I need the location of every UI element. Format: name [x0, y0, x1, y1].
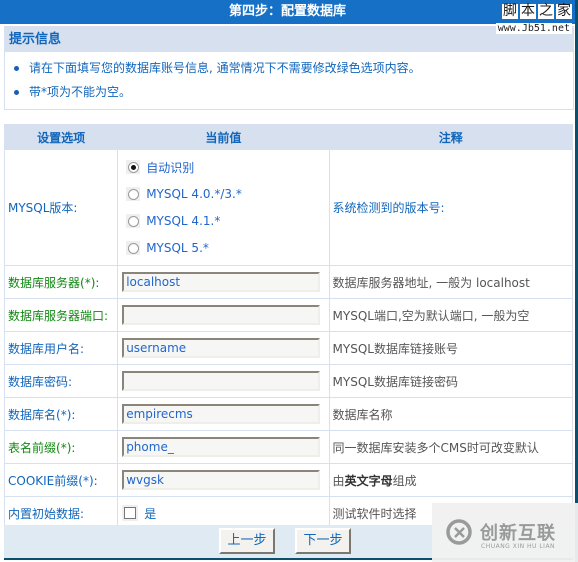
- radio-option-mysql40[interactable]: MYSQL 4.0.*/3.*: [118, 181, 328, 208]
- db-server-label: 数据库服务器(*):: [3, 265, 119, 299]
- radio-label: MYSQL 4.1.*: [146, 214, 221, 228]
- tips-panel: 提示信息 请在下面填写您的数据库账号信息, 通常情况下不需要修改绿色选项内容。 …: [4, 26, 574, 110]
- table-row-db-password: 数据库密码: MYSQL数据库链接密码: [3, 364, 574, 398]
- table-row-table-prefix: 表名前缀(*): 同一数据库安装多个CMS时可改变默认: [3, 430, 574, 464]
- watermark-cn-text: 创新互联: [480, 523, 556, 544]
- cookie-prefix-note: 由英文字母组成: [328, 463, 574, 497]
- db-port-input[interactable]: [122, 305, 321, 325]
- watermark-jb51: 脚 本 之 家 www.Jb51.net: [495, 3, 572, 34]
- table-row-mysql-version: MYSQL版本: 自动识别 MYSQL 4.0.*/3.* MYSQL 4.1.…: [3, 149, 574, 266]
- chuangxin-logo-icon: [446, 519, 472, 545]
- cookie-prefix-label: COOKIE前缀(*):: [3, 463, 119, 497]
- table-row-db-user: 数据库用户名: MYSQL数据库链接账号: [3, 331, 574, 365]
- watermark-chuangxin: 创新互联 CHUANG XIN HU LIAN: [432, 503, 578, 562]
- db-server-input[interactable]: [122, 272, 321, 292]
- tips-list: 请在下面填写您的数据库账号信息, 通常情况下不需要修改绿色选项内容。 带*项为不…: [5, 56, 573, 104]
- tip-text: 请在下面填写您的数据库账号信息, 通常情况下不需要修改绿色选项内容。: [29, 61, 421, 75]
- column-header-note: 注释: [328, 124, 574, 150]
- column-header-value: 当前值: [117, 124, 330, 150]
- table-row-db-port: 数据库服务器端口: MYSQL端口,空为默认端口, 一般为空: [3, 298, 574, 332]
- tip-item: 请在下面填写您的数据库账号信息, 通常情况下不需要修改绿色选项内容。: [5, 56, 573, 80]
- init-data-checkbox-option[interactable]: 是: [118, 505, 328, 522]
- db-password-input[interactable]: [122, 371, 321, 391]
- db-password-note: MYSQL数据库链接密码: [328, 364, 574, 398]
- table-row-db-name: 数据库名(*): 数据库名称: [3, 397, 574, 431]
- radio-label: MYSQL 4.0.*/3.*: [146, 187, 242, 201]
- table-prefix-input[interactable]: [122, 437, 321, 457]
- radio-button[interactable]: [127, 215, 139, 227]
- db-user-label: 数据库用户名:: [3, 331, 119, 365]
- config-table: 设置选项 当前值 注释 MYSQL版本: 自动识别 MYSQL 4.0.*/3.…: [3, 124, 574, 530]
- radio-option-auto[interactable]: 自动识别: [118, 154, 328, 181]
- mysql-version-options: 自动识别 MYSQL 4.0.*/3.* MYSQL 4.1.* MYSQL 5…: [117, 149, 330, 266]
- table-prefix-label: 表名前缀(*):: [3, 430, 119, 464]
- table-row-cookie-prefix: COOKIE前缀(*): 由英文字母组成: [3, 463, 574, 497]
- radio-option-mysql41[interactable]: MYSQL 4.1.*: [118, 208, 328, 235]
- next-step-button[interactable]: 下一步: [295, 528, 351, 554]
- install-page: 第四步：配置数据库 提示信息 请在下面填写您的数据库账号信息, 通常情况下不需要…: [0, 0, 575, 562]
- checkbox-label: 是: [144, 506, 157, 521]
- db-server-note: 数据库服务器地址, 一般为 localhost: [328, 265, 574, 299]
- tip-text: 带*项为不能为空。: [29, 85, 132, 99]
- mysql-version-note: 系统检测到的版本号:: [328, 149, 574, 266]
- tip-item: 带*项为不能为空。: [5, 80, 573, 104]
- radio-option-mysql5[interactable]: MYSQL 5.*: [118, 235, 328, 262]
- tips-title: 提示信息: [5, 27, 573, 52]
- bullet-icon: [14, 90, 19, 95]
- db-user-note: MYSQL数据库链接账号: [328, 331, 574, 365]
- watermark-url: www.Jb51.net: [495, 23, 572, 34]
- table-prefix-note: 同一数据库安装多个CMS时可改变默认: [328, 430, 574, 464]
- radio-button[interactable]: [127, 188, 139, 200]
- column-header-option: 设置选项: [3, 124, 119, 150]
- init-data-checkbox[interactable]: [124, 507, 137, 519]
- db-port-note: MYSQL端口,空为默认端口, 一般为空: [328, 298, 574, 332]
- mysql-version-label: MYSQL版本:: [3, 149, 119, 266]
- radio-label: 自动识别: [146, 160, 195, 175]
- db-user-input[interactable]: [122, 338, 321, 358]
- radio-label: MYSQL 5.*: [146, 241, 209, 255]
- db-password-label: 数据库密码:: [3, 364, 119, 398]
- radio-button-checked[interactable]: [127, 161, 139, 173]
- db-name-label: 数据库名(*):: [3, 397, 119, 431]
- db-port-label: 数据库服务器端口:: [3, 298, 119, 332]
- radio-button[interactable]: [127, 242, 139, 254]
- db-name-input[interactable]: [122, 404, 321, 424]
- table-row-db-server: 数据库服务器(*): 数据库服务器地址, 一般为 localhost: [3, 265, 574, 299]
- table-header-row: 设置选项 当前值 注释: [3, 124, 574, 150]
- prev-step-button[interactable]: 上一步: [219, 528, 275, 554]
- cookie-prefix-input[interactable]: [122, 470, 321, 490]
- bullet-icon: [14, 66, 19, 71]
- step-title: 第四步：配置数据库: [0, 0, 575, 24]
- db-name-note: 数据库名称: [328, 397, 574, 431]
- watermark-en-text: CHUANG XIN HU LIAN: [481, 543, 556, 550]
